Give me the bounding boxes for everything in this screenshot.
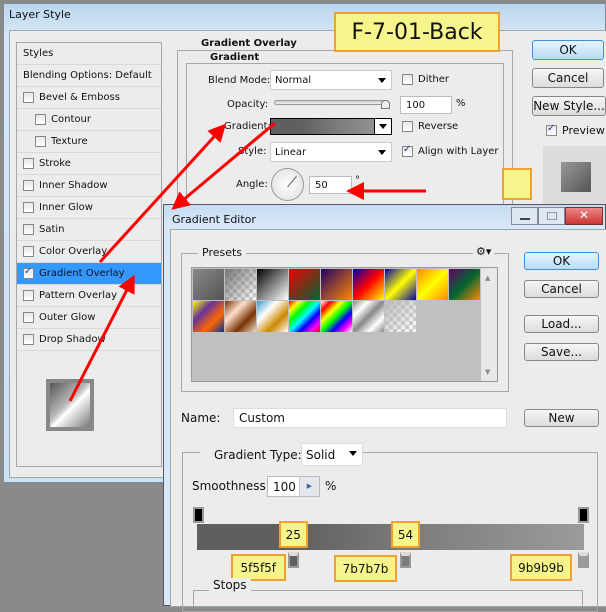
- arrow-to-gradient-overlay: [68, 274, 135, 402]
- annotation-arrows: [68, 121, 426, 402]
- arrow-to-gradient-label: [98, 123, 227, 264]
- arrow-to-gradient-editor: [171, 121, 276, 210]
